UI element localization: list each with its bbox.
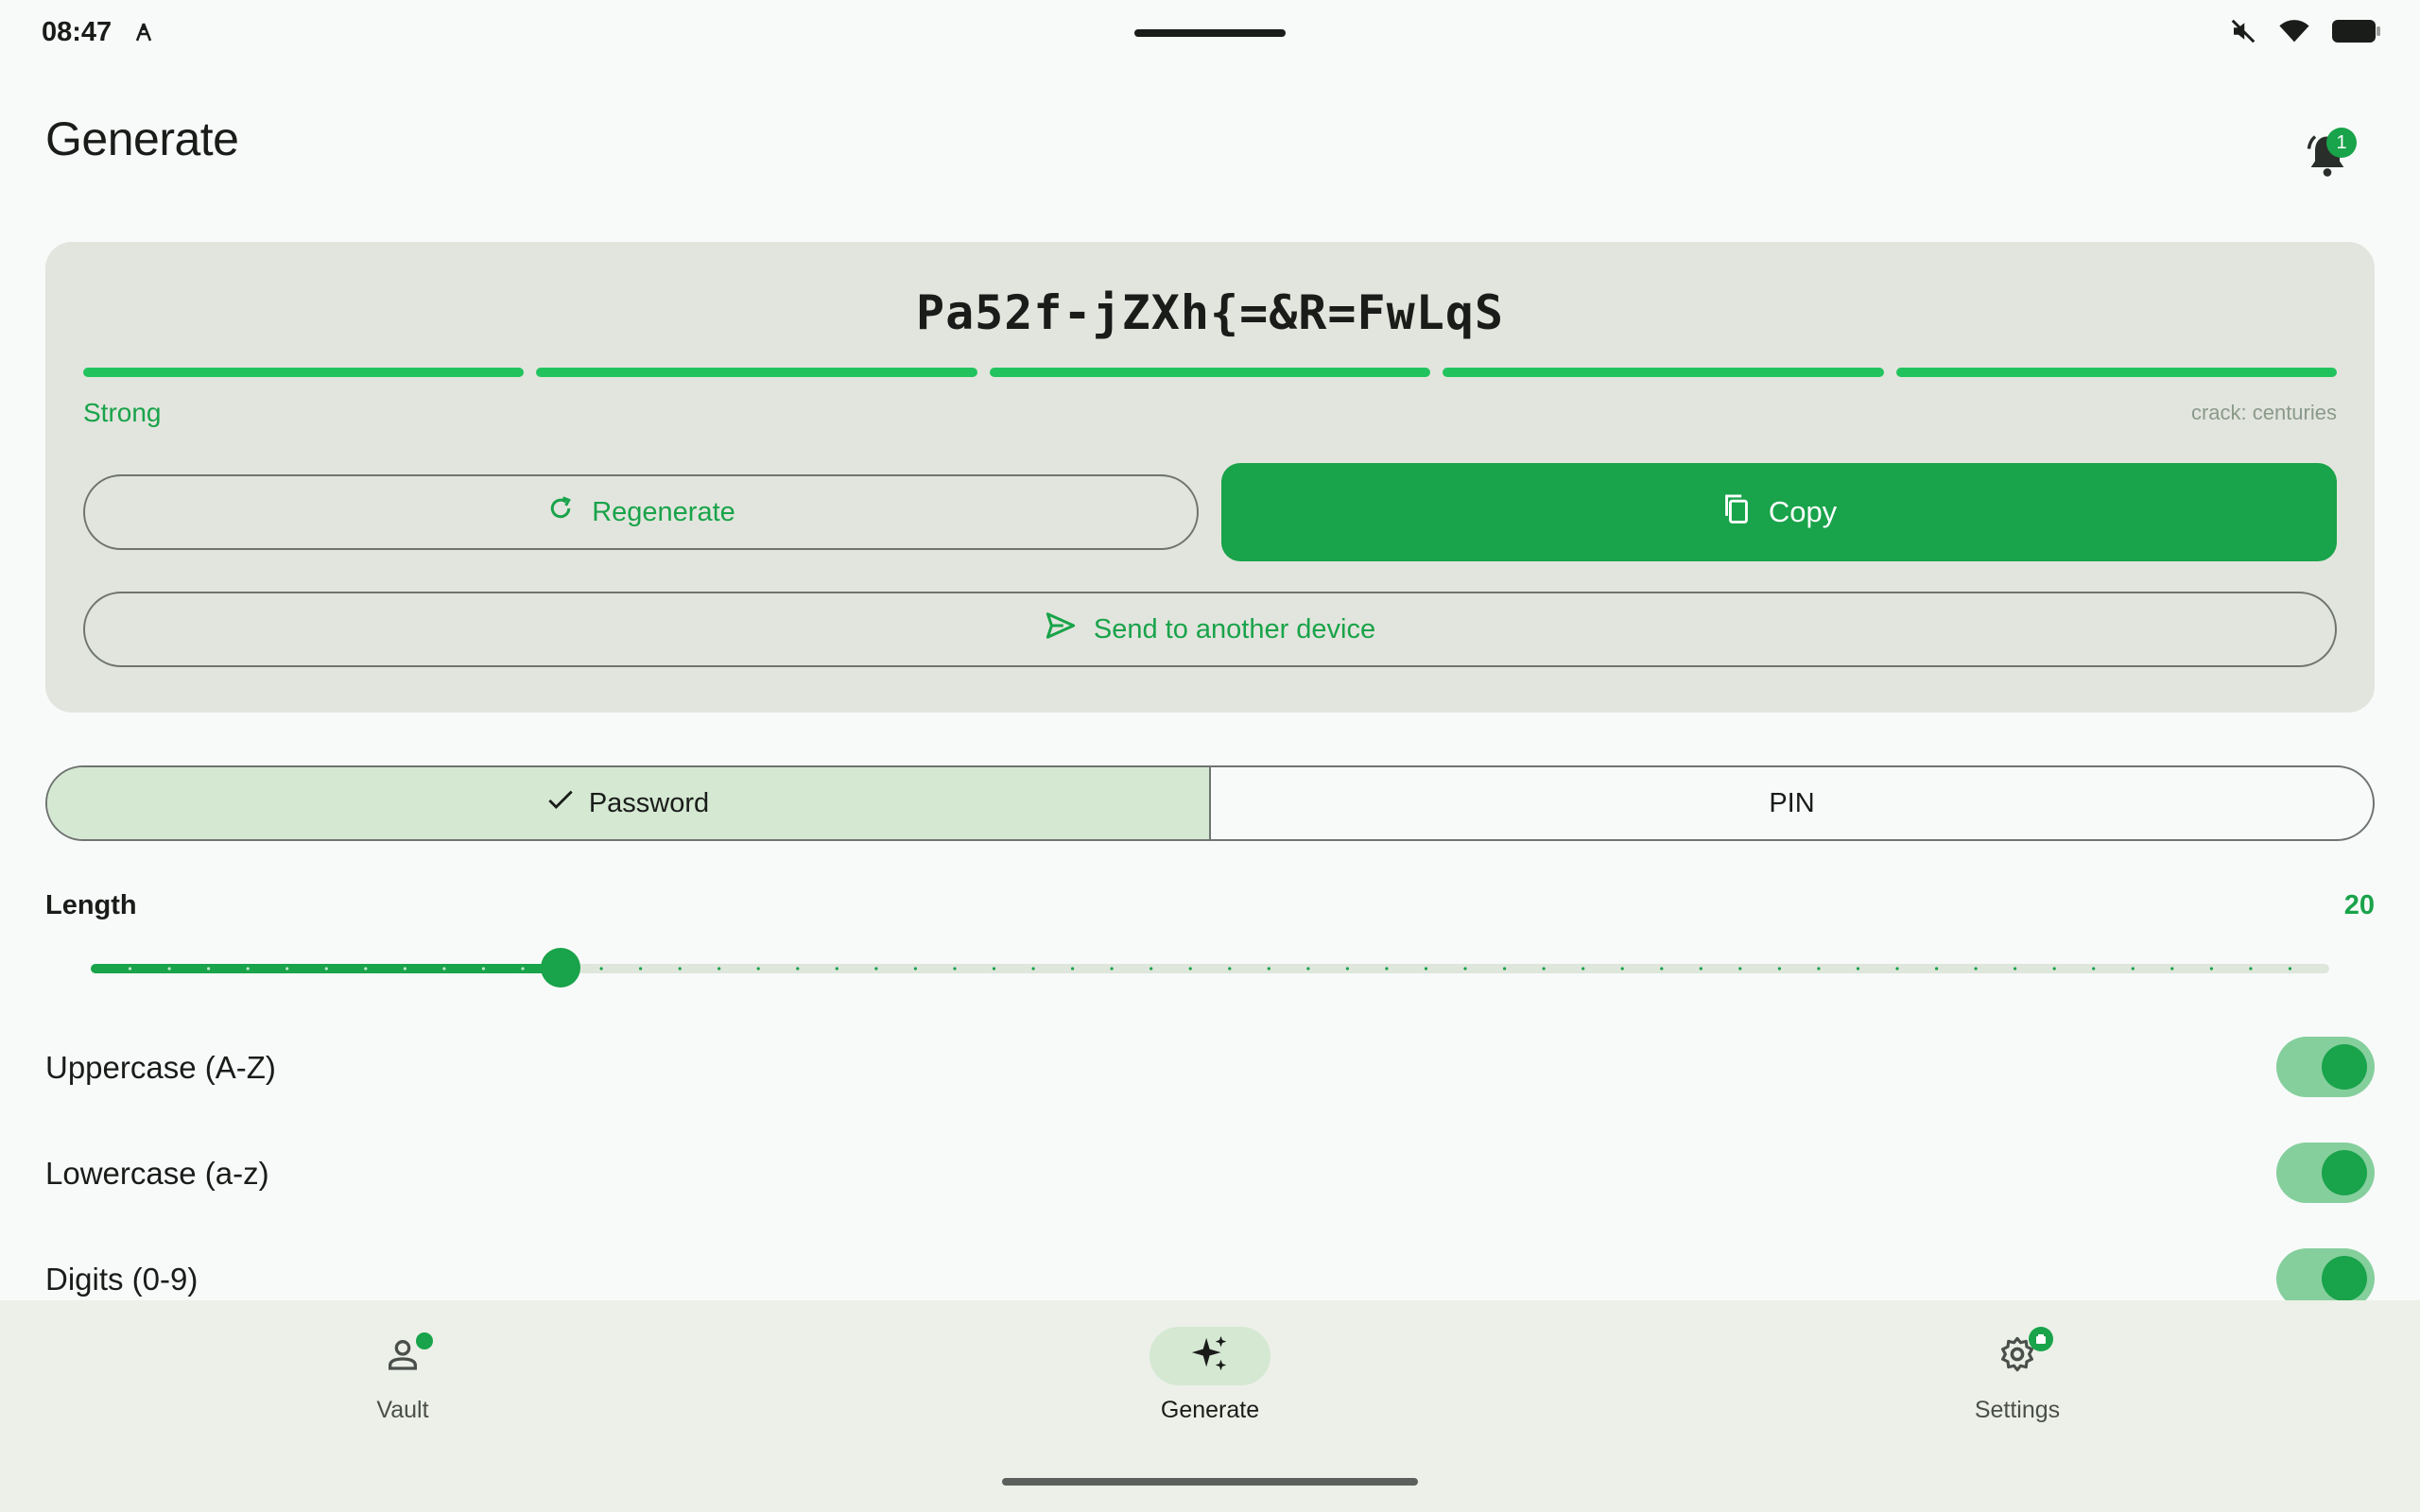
- length-slider-ticks: [128, 967, 2292, 971]
- nav-item-generate[interactable]: Generate: [1115, 1327, 1305, 1431]
- strength-segment: [1895, 368, 2338, 377]
- nav-settings-label: Settings: [1974, 1397, 2061, 1423]
- copy-button[interactable]: Copy: [1221, 463, 2337, 561]
- mode-pin-option[interactable]: PIN: [1211, 767, 2373, 839]
- digits-label: Digits (0-9): [45, 1262, 199, 1297]
- status-icons: [2229, 17, 2382, 49]
- home-gesture-handle: [1002, 1478, 1418, 1486]
- mode-pin-label: PIN: [1769, 787, 1815, 818]
- page-title: Generate: [45, 112, 239, 165]
- sparkle-icon: [1188, 1332, 1232, 1381]
- nav-vault-label: Vault: [376, 1397, 429, 1423]
- password-card: Pa52f-jZXh{=&R=FwLqS Strong crack: centu…: [45, 242, 2375, 713]
- lowercase-option: Lowercase (a-z): [45, 1143, 2375, 1209]
- battery-icon: [2331, 18, 2382, 49]
- length-value: 20: [2343, 890, 2375, 920]
- checkmark-icon: [547, 788, 574, 819]
- nav-item-settings[interactable]: Settings: [1923, 1327, 2112, 1431]
- toggle-knob: [2322, 1256, 2367, 1301]
- strength-label: Strong: [83, 398, 162, 427]
- nav-item-vault[interactable]: Vault: [308, 1327, 497, 1431]
- notification-badge: 1: [2326, 128, 2357, 158]
- nav-vault-icon-wrap: [342, 1327, 463, 1385]
- wifi-icon: [2278, 17, 2310, 50]
- nav-generate-icon-wrap: [1150, 1327, 1270, 1385]
- generated-password[interactable]: Pa52f-jZXh{=&R=FwLqS: [45, 285, 2375, 340]
- strength-segment: [83, 368, 525, 377]
- regenerate-label: Regenerate: [592, 496, 735, 527]
- lowercase-label: Lowercase (a-z): [45, 1156, 269, 1191]
- refresh-icon: [546, 494, 575, 530]
- top-drag-handle: [1134, 29, 1286, 37]
- nav-generate-label: Generate: [1160, 1397, 1260, 1423]
- accessibility-icon: [132, 21, 155, 43]
- toggle-knob: [2322, 1044, 2367, 1090]
- length-slider-thumb[interactable]: [541, 948, 581, 988]
- crack-time-label: crack: centuries: [2190, 401, 2337, 424]
- lowercase-toggle[interactable]: [2276, 1143, 2375, 1203]
- status-time: 08:47: [42, 17, 112, 47]
- mode-selector: Password PIN: [45, 765, 2375, 841]
- strength-segment: [989, 368, 1431, 377]
- copy-label: Copy: [1768, 495, 1838, 528]
- nav-settings-icon-wrap: [1957, 1327, 2078, 1385]
- settings-badge-icon: [2029, 1327, 2053, 1351]
- send-to-device-button[interactable]: Send to another device: [83, 592, 2337, 667]
- strength-segment: [1443, 368, 1884, 377]
- uppercase-label: Uppercase (A-Z): [45, 1050, 276, 1085]
- mode-password-label: Password: [588, 787, 710, 818]
- vault-status-dot: [416, 1332, 433, 1349]
- mode-password-option[interactable]: Password: [47, 767, 1211, 839]
- length-label: Length: [45, 890, 137, 920]
- uppercase-option: Uppercase (A-Z): [45, 1037, 2375, 1103]
- send-icon: [1045, 611, 1077, 647]
- length-slider[interactable]: [91, 964, 2329, 973]
- strength-segment: [536, 368, 977, 377]
- status-bar: 08:47: [0, 0, 2420, 66]
- toggle-knob: [2322, 1150, 2367, 1195]
- regenerate-button[interactable]: Regenerate: [83, 474, 1199, 550]
- send-label: Send to another device: [1093, 613, 1376, 644]
- mute-icon: [2229, 17, 2257, 50]
- uppercase-toggle[interactable]: [2276, 1037, 2375, 1097]
- strength-meter: [83, 368, 2338, 377]
- copy-icon: [1721, 492, 1752, 532]
